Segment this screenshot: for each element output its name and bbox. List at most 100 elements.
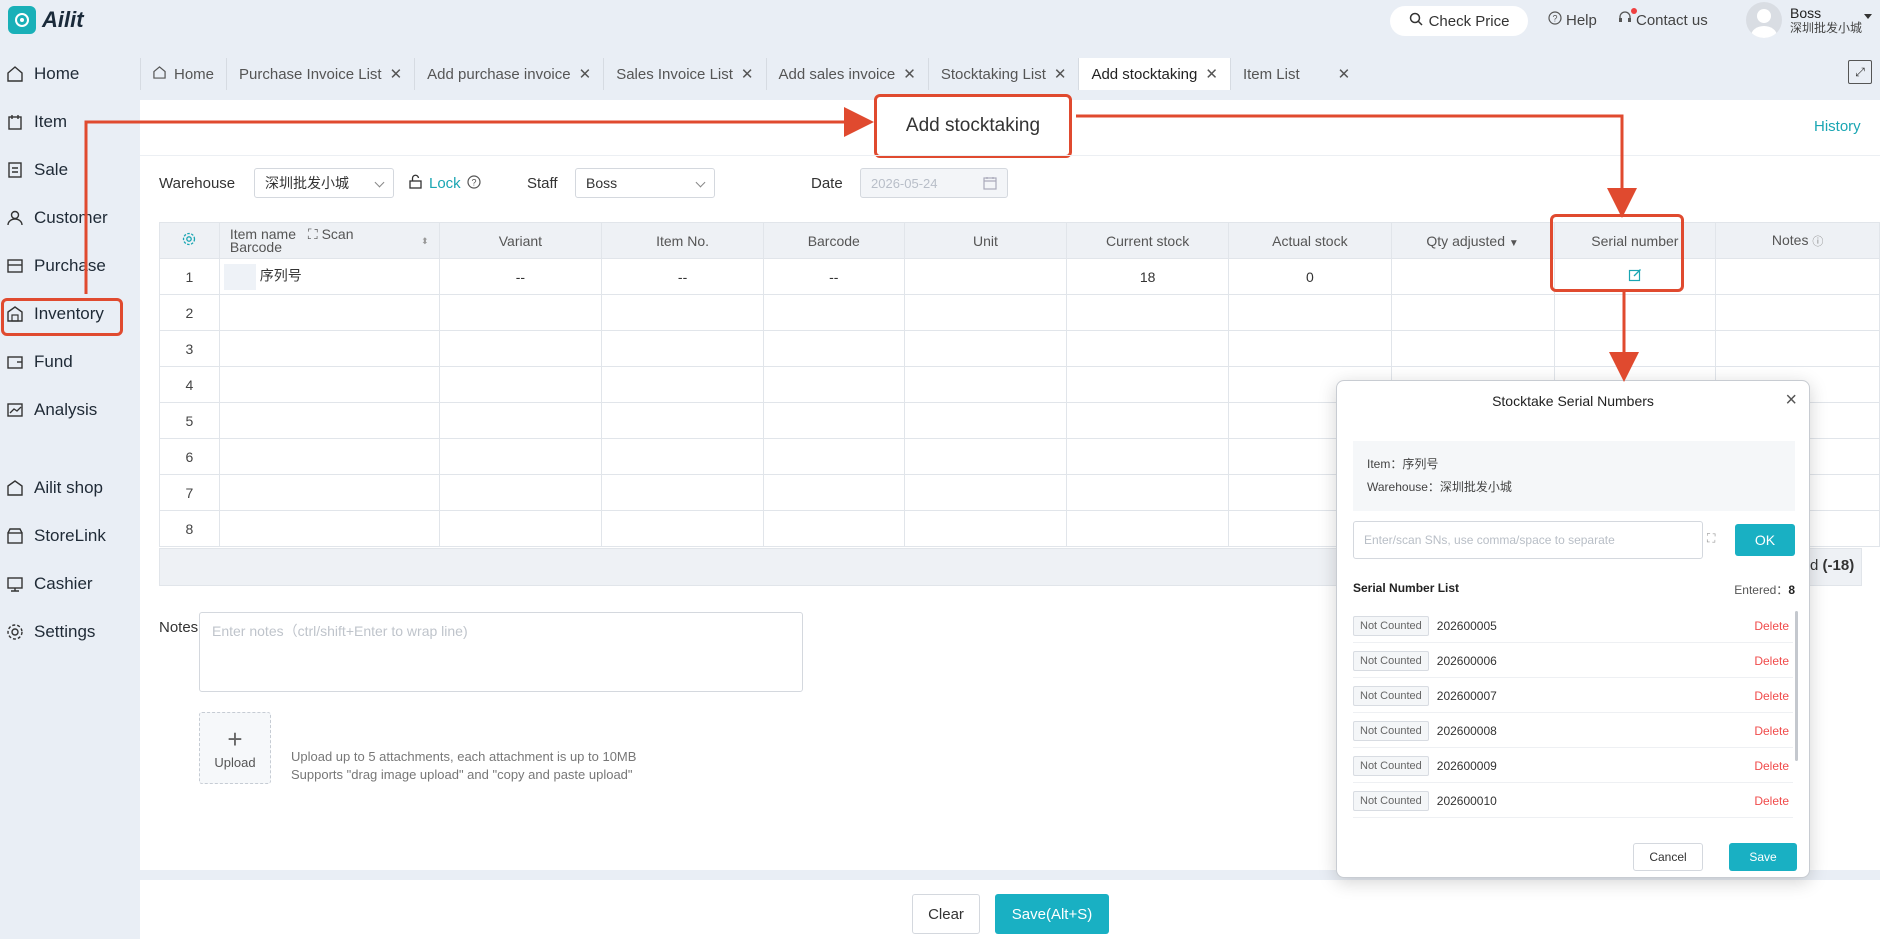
date-input[interactable]: 2026-05-24: [860, 168, 1008, 198]
close-icon[interactable]: ✕: [390, 65, 403, 83]
delete-button[interactable]: Delete: [1754, 794, 1789, 808]
question-circle-icon[interactable]: ⓘ: [1812, 236, 1823, 248]
sidebar-item-sale[interactable]: Sale: [0, 152, 124, 188]
delete-button[interactable]: Delete: [1754, 689, 1789, 703]
tab-add-sales-invoice[interactable]: Add sales invoice ✕: [765, 58, 928, 90]
serial-numbers-dialog: Stocktake Serial Numbers × Item：序列号 Ware…: [1336, 380, 1810, 878]
header-item-name[interactable]: Item name ⛶ Scan Barcode ⬍: [218, 222, 440, 259]
tab-stocktaking-list[interactable]: Stocktaking List ✕: [927, 58, 1079, 90]
analysis-icon: [7, 403, 23, 417]
ok-button[interactable]: OK: [1735, 524, 1795, 556]
item-name-cell[interactable]: [218, 402, 440, 439]
plus-icon: +: [227, 723, 243, 754]
tab-home[interactable]: Home: [140, 58, 227, 90]
sidebar-item-inventory[interactable]: Inventory: [0, 296, 124, 332]
table-row: 1 序列号 -- -- -- 18 0: [159, 258, 1880, 295]
save-button[interactable]: Save(Alt+S): [995, 894, 1109, 934]
tab-label: Stocktaking List: [940, 65, 1046, 83]
sidebar-item-analysis[interactable]: Analysis: [0, 392, 124, 428]
sidebar-item-item[interactable]: Item: [0, 104, 124, 140]
close-icon[interactable]: ✕: [579, 65, 592, 83]
calendar-icon: [983, 176, 997, 193]
delete-button[interactable]: Delete: [1754, 759, 1789, 773]
help-link[interactable]: ? Help: [1548, 11, 1597, 29]
scan-icon[interactable]: ⛶: [308, 226, 318, 242]
sidebar-item-purchase[interactable]: Purchase: [0, 248, 124, 284]
page-title: Add stocktaking: [874, 94, 1072, 158]
delete-button[interactable]: Delete: [1754, 619, 1789, 633]
notes-textarea[interactable]: Enter notes（ctrl/shift+Enter to wrap lin…: [199, 612, 803, 692]
check-price-button[interactable]: Check Price: [1390, 6, 1528, 36]
close-icon[interactable]: ✕: [1205, 65, 1218, 83]
item-name-cell[interactable]: [218, 330, 440, 367]
header-qty-adjusted[interactable]: Qty adjusted ▼: [1390, 222, 1555, 259]
warehouse-select[interactable]: 深圳批发小城: [254, 168, 394, 198]
sidebar-item-fund[interactable]: Fund: [0, 344, 124, 380]
edit-icon[interactable]: [1628, 269, 1642, 285]
item-name-cell[interactable]: [218, 510, 440, 547]
sidebar-item-settings[interactable]: Settings: [0, 614, 124, 650]
settings-icon: [7, 624, 23, 640]
gear-icon[interactable]: [182, 232, 196, 249]
dialog-save-button[interactable]: Save: [1729, 843, 1797, 871]
fullscreen-icon[interactable]: ⤢: [1848, 60, 1872, 84]
sidebar-item-label: Fund: [34, 352, 73, 371]
sort-icon[interactable]: ⬍: [421, 235, 429, 248]
upload-button[interactable]: + Upload: [199, 712, 271, 784]
contact-link[interactable]: Contact us: [1618, 8, 1708, 29]
caret-down-icon[interactable]: [1864, 14, 1872, 19]
tab-add-purchase-invoice[interactable]: Add purchase invoice ✕: [414, 58, 604, 90]
header-scan-label: Scan: [321, 225, 354, 242]
serial-number-cell[interactable]: [1553, 258, 1717, 295]
entered-value: 8: [1788, 583, 1795, 597]
item-icon: [8, 115, 22, 130]
item-name-cell[interactable]: [218, 474, 440, 511]
item-name-cell[interactable]: [218, 294, 440, 331]
tab-add-stocktaking[interactable]: Add stocktaking ✕: [1078, 58, 1230, 90]
staff-select[interactable]: Boss: [575, 168, 715, 198]
serial-input[interactable]: Enter/scan SNs, use comma/space to separ…: [1353, 521, 1703, 559]
dialog-item: Item：序列号: [1367, 457, 1439, 471]
sidebar-item-customer[interactable]: Customer: [0, 200, 124, 236]
row-index: 6: [159, 438, 220, 475]
notes-cell[interactable]: [1715, 258, 1880, 295]
close-icon[interactable]: ✕: [1054, 65, 1067, 83]
current-stock-cell: 18: [1066, 258, 1229, 295]
close-icon[interactable]: ✕: [1338, 65, 1351, 83]
actual-stock-cell[interactable]: 0: [1227, 258, 1392, 295]
tab-sales-invoice-list[interactable]: Sales Invoice List ✕: [603, 58, 766, 90]
item-name-cell[interactable]: [218, 366, 440, 403]
cashier-icon: [7, 577, 23, 592]
unit-cell[interactable]: [903, 258, 1068, 295]
tab-item-list[interactable]: Item List ✕: [1229, 58, 1363, 90]
header-actual-stock: Actual stock: [1227, 222, 1392, 259]
close-icon[interactable]: ✕: [903, 65, 916, 83]
scan-icon[interactable]: ⛶: [1707, 531, 1721, 545]
question-circle-icon[interactable]: ?: [467, 174, 481, 193]
item-name-cell[interactable]: 序列号: [218, 258, 440, 295]
sidebar-item-storelink[interactable]: StoreLink: [0, 518, 124, 554]
caret-down-icon[interactable]: ▼: [1509, 238, 1519, 249]
history-link[interactable]: History: [1814, 118, 1861, 135]
dialog-title: Stocktake Serial Numbers: [1492, 393, 1654, 409]
tab-purchase-invoice-list[interactable]: Purchase Invoice List ✕: [226, 58, 415, 90]
scrollbar[interactable]: [1795, 611, 1798, 761]
sidebar-item-ailit-shop[interactable]: Ailit shop: [0, 470, 124, 506]
header-barcode-sub: Barcode: [229, 238, 283, 255]
upload-label: Upload: [214, 754, 256, 770]
sidebar-item-home[interactable]: Home: [0, 56, 124, 92]
cancel-button[interactable]: Cancel: [1633, 843, 1703, 871]
close-icon[interactable]: ✕: [741, 65, 754, 83]
lock-button[interactable]: Lock ?: [408, 174, 481, 193]
sidebar-item-cashier[interactable]: Cashier: [0, 566, 124, 602]
barcode-cell: --: [762, 258, 905, 295]
delete-button[interactable]: Delete: [1754, 724, 1789, 738]
close-icon[interactable]: ×: [1785, 389, 1797, 412]
app-logo[interactable]: Ailit: [8, 6, 84, 34]
inventory-icon: [7, 306, 23, 322]
item-name-cell[interactable]: [218, 438, 440, 475]
clear-button[interactable]: Clear: [912, 894, 980, 934]
delete-button[interactable]: Delete: [1754, 654, 1789, 668]
user-menu[interactable]: Boss 深圳批发小城: [1746, 2, 1862, 38]
column-settings[interactable]: [159, 222, 220, 259]
